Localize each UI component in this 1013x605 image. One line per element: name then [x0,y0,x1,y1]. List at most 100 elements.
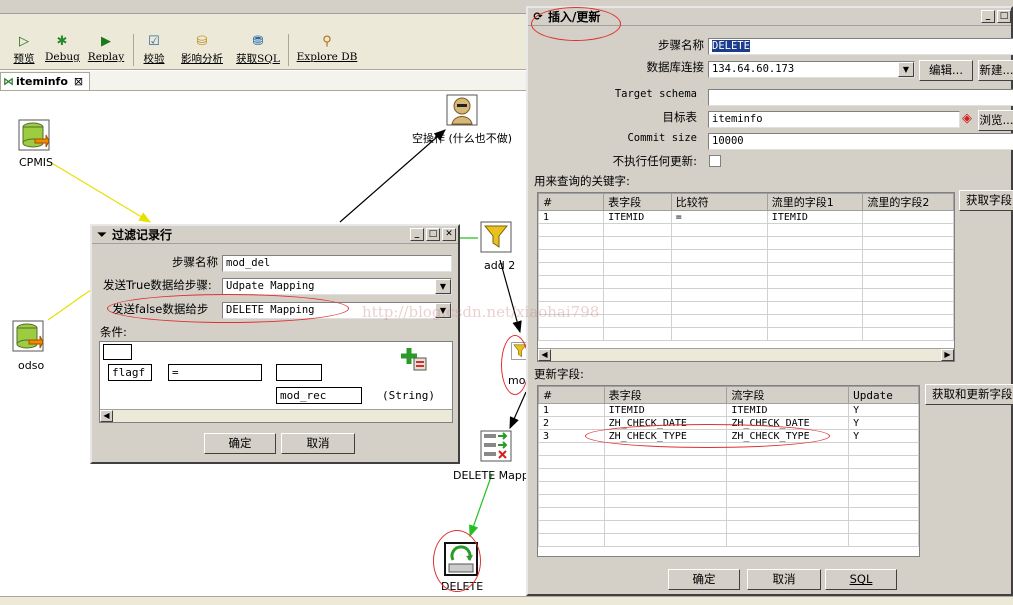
table-cell[interactable]: = [670,210,768,224]
hop-delete-mapping[interactable] [509,391,527,430]
column-header[interactable]: 流字段 [726,386,850,404]
target-schema-input[interactable] [708,89,1013,106]
keys-hscroll[interactable]: ◀ ▶ [538,348,954,361]
condition-editor[interactable]: flagf = mod_rec (String) ◀ [99,341,453,423]
column-header[interactable]: Update [848,386,919,404]
condition-operator[interactable]: = [168,364,262,381]
table-cell[interactable]: ITEMID [726,403,850,417]
step-name-input[interactable]: DELETE [708,38,1013,55]
condition-value[interactable]: mod_rec [276,387,362,404]
table-cell[interactable]: Y [848,403,919,417]
table-cell[interactable]: ITEMID [766,210,864,224]
scroll-left-icon[interactable]: ◀ [538,349,551,361]
no-update-checkbox[interactable] [709,155,721,167]
condition-field-2[interactable] [276,364,322,381]
condition-hscroll[interactable]: ◀ [100,409,452,422]
add-condition-icon[interactable] [400,346,430,374]
cancel-button[interactable]: 取消 [281,433,355,454]
grid-header-row: # 表字段 流字段 Update [538,386,919,404]
step-name-input[interactable]: mod_del [222,255,452,272]
db-connection-select[interactable]: 134.64.60.173 [708,61,915,78]
edit-connection-button[interactable]: 编辑... [919,60,973,81]
get-fields-button[interactable]: 获取字段 [959,190,1013,211]
column-header[interactable]: 表字段 [603,193,672,211]
empty-row[interactable] [538,455,919,469]
sql-icon: ⛃ [252,34,264,49]
new-connection-button[interactable]: 新建... [978,60,1013,81]
sql-button[interactable]: SQL [825,569,897,590]
table-cell[interactable]: 2 [538,416,605,430]
table-cell[interactable]: Y [848,429,919,443]
preview-button[interactable]: ▷ 预览 [10,34,38,68]
scroll-left-icon[interactable]: ◀ [100,410,113,422]
empty-row[interactable] [538,481,919,495]
scroll-right-icon[interactable]: ▶ [941,349,954,361]
hop-delete[interactable] [469,473,493,538]
chevron-down-icon[interactable]: ▼ [435,279,451,294]
column-header[interactable]: 表字段 [603,386,728,404]
update-fields-grid[interactable]: # 表字段 流字段 Update 1 ITEMID ITEMID Y 2 ZH_… [537,385,920,557]
toolbar-separator [288,34,289,66]
impact-analysis-button[interactable]: ⛁ 影响分析 [176,34,228,68]
empty-row[interactable] [538,520,919,534]
empty-row[interactable] [538,236,954,250]
tab-iteminfo[interactable]: ⋈ iteminfo ⊠ [0,72,91,90]
hop-odso[interactable] [47,286,96,321]
hop-cpmis[interactable] [49,161,152,223]
browse-button[interactable]: 浏览... [978,110,1013,131]
cancel-button[interactable]: 取消 [747,569,821,590]
empty-row[interactable] [538,494,919,508]
commit-size-input[interactable]: 10000 [708,133,1013,150]
dialog-title-bar[interactable]: ⏷ 过滤记录行 _ □ ✕ [92,226,458,244]
empty-row[interactable] [538,327,954,341]
empty-row[interactable] [538,275,954,289]
true-step-select[interactable]: Udpate Mapping [222,278,452,295]
canvas-horizontal-scrollbar[interactable] [0,596,1013,605]
replay-button[interactable]: ▶ Replay [86,34,126,68]
table-input-icon [12,320,44,352]
ok-button[interactable]: 确定 [204,433,276,454]
empty-row[interactable] [538,301,954,315]
empty-row[interactable] [538,468,919,482]
debug-button[interactable]: ✱ Debug [45,34,80,68]
condition-negate-box[interactable] [103,344,132,360]
empty-row[interactable] [538,223,954,237]
chevron-down-icon[interactable]: ▼ [898,62,914,77]
column-header[interactable]: 比较符 [670,193,768,211]
get-sql-button[interactable]: ⛃ 获取SQL [235,34,281,68]
verify-button[interactable]: ☑ 校验 [140,34,168,68]
ok-button[interactable]: 确定 [668,569,740,590]
empty-row[interactable] [538,314,954,328]
get-update-fields-button[interactable]: 获取和更新字段 [925,384,1013,405]
table-cell[interactable]: ITEMID [603,210,672,224]
minimize-button[interactable]: _ [981,10,995,23]
target-table-input[interactable]: iteminfo [708,111,960,128]
explore-db-button[interactable]: ⚲ Explore DB [296,34,358,68]
maximize-button[interactable]: □ [426,228,440,241]
empty-row[interactable] [538,262,954,276]
table-cell[interactable]: 1 [538,403,605,417]
minimize-button[interactable]: _ [410,228,424,241]
close-tab-icon[interactable]: ⊠ [74,75,83,88]
table-cell[interactable] [862,210,954,224]
column-header[interactable]: # [538,386,605,404]
empty-row[interactable] [538,533,919,547]
highlight-mark [501,335,529,395]
table-row[interactable]: 1 ITEMID ITEMID Y [538,403,919,417]
table-cell[interactable]: 1 [538,210,605,224]
table-row[interactable]: 1 ITEMID = ITEMID [538,210,954,224]
column-header[interactable]: 流里的字段2 [862,193,954,211]
lookup-keys-grid[interactable]: # 表字段 比较符 流里的字段1 流里的字段2 1 ITEMID = ITEMI… [537,192,955,362]
table-cell[interactable]: Y [848,416,919,430]
empty-row[interactable] [538,507,919,521]
table-cell[interactable]: ITEMID [603,403,728,417]
toolbar: ▷ 预览 ✱ Debug ▶ Replay ☑ 校验 ⛁ 影响分析 ⛃ 获取SQ… [0,14,530,70]
close-button[interactable]: ✕ [442,228,456,241]
empty-row[interactable] [538,288,954,302]
no-update-label: 不执行任何更新: [612,154,697,168]
column-header[interactable]: 流里的字段1 [766,193,864,211]
empty-row[interactable] [538,249,954,263]
column-header[interactable]: # [538,193,605,211]
condition-field[interactable]: flagf [108,364,152,381]
maximize-button[interactable]: □ [997,10,1011,23]
